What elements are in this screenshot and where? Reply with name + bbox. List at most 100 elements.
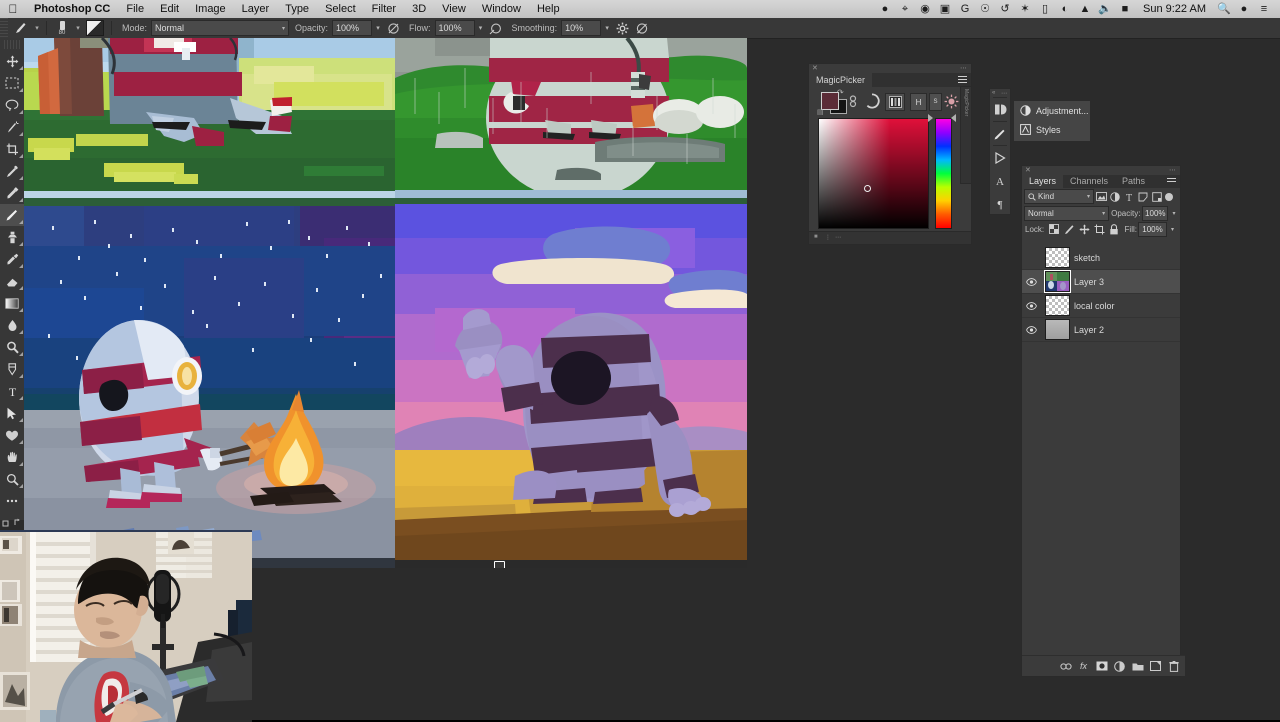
layer-name[interactable]: sketch — [1074, 253, 1100, 263]
hue-slider[interactable] — [935, 118, 952, 229]
layer-row-sketch[interactable]: sketch — [1022, 246, 1180, 270]
gradient-tool[interactable] — [0, 292, 24, 314]
brightness-icon[interactable] — [942, 93, 960, 109]
scene-daytime-tree[interactable] — [24, 38, 396, 198]
menu-edit[interactable]: Edit — [152, 0, 187, 18]
filter-kind-select[interactable]: Kind ▾ — [1024, 189, 1094, 204]
eraser-tool[interactable] — [0, 270, 24, 292]
footer-icon-1[interactable]: ■ — [814, 234, 818, 240]
opacity-caret[interactable]: ▾ — [372, 20, 384, 36]
hue-mode-button[interactable]: H — [910, 93, 927, 111]
airbrush-icon[interactable] — [487, 20, 506, 36]
time-machine-icon[interactable]: ↺ — [995, 0, 1015, 18]
layer-thumbnail-cell[interactable] — [1040, 247, 1074, 268]
notification-center-icon[interactable]: ≡ — [1254, 0, 1274, 18]
menu-view[interactable]: View — [434, 0, 474, 18]
eject-icon[interactable]: ▲ — [1075, 0, 1095, 18]
webcam-overlay[interactable] — [0, 530, 252, 722]
lock-transparent-icon[interactable] — [1047, 222, 1061, 236]
tab-channels[interactable]: Channels — [1063, 175, 1115, 188]
scene-rainy-meadow[interactable] — [395, 38, 747, 198]
smoothing-caret[interactable]: ▾ — [601, 20, 613, 36]
tool-preset-caret[interactable]: ▾ — [32, 24, 42, 32]
rectangular-marquee-tool[interactable] — [0, 72, 24, 94]
lock-image-icon[interactable] — [1062, 222, 1076, 236]
flyout-item-adjustments[interactable]: Adjustment... — [1014, 101, 1090, 120]
menu-select[interactable]: Select — [317, 0, 364, 18]
history-brush-tool[interactable] — [0, 248, 24, 270]
menu-image[interactable]: Image — [187, 0, 234, 18]
hand-tool[interactable] — [0, 446, 24, 468]
type-tool[interactable]: T — [0, 380, 24, 402]
new-group-icon[interactable] — [1131, 660, 1144, 673]
shape-filter-icon[interactable] — [1136, 189, 1150, 204]
brush-tool-icon[interactable] — [10, 20, 32, 36]
footer-icon-3[interactable]: ⋯ — [835, 234, 841, 241]
brush-preset-caret[interactable]: ▾ — [73, 24, 83, 32]
search-icon[interactable]: 🔍 — [1214, 0, 1234, 18]
trello-icon[interactable]: ⌖ — [895, 0, 915, 18]
menu-file[interactable]: File — [118, 0, 152, 18]
tab-layers[interactable]: Layers — [1022, 175, 1064, 188]
panel-menu-icon[interactable] — [958, 76, 967, 83]
layer-visibility-toggle[interactable] — [1022, 270, 1040, 293]
toolbar-grip[interactable] — [4, 40, 20, 49]
airplay-icon[interactable]: ▯ — [1035, 0, 1055, 18]
layer-fill-input[interactable]: 100% — [1138, 221, 1167, 237]
filter-toggle[interactable] — [1165, 192, 1173, 201]
menu-clock[interactable]: Sun 9:22 AM — [1135, 3, 1214, 15]
blur-tool[interactable] — [0, 314, 24, 336]
panel-menu-icon[interactable] — [1167, 178, 1176, 184]
wifi-icon[interactable]: ◐ — [1055, 0, 1075, 18]
adjustment-filter-icon[interactable] — [1108, 189, 1122, 204]
panel-collapse-icon[interactable]: ⋯ — [960, 64, 967, 73]
zoom-tool[interactable] — [0, 468, 24, 490]
quick-selection-tool[interactable] — [0, 116, 24, 138]
symmetry-icon[interactable] — [632, 20, 651, 36]
brush-settings-icon[interactable] — [990, 122, 1010, 145]
grammarly-icon[interactable]: G — [955, 0, 975, 18]
menu-layer[interactable]: Layer — [234, 0, 278, 18]
layer-name[interactable]: Layer 3 — [1074, 277, 1104, 287]
layer-name[interactable]: Layer 2 — [1074, 325, 1104, 335]
menu-window[interactable]: Window — [474, 0, 529, 18]
layer-visibility-toggle[interactable] — [1022, 294, 1040, 317]
move-tool[interactable] — [0, 50, 24, 72]
dock-grip-row[interactable]: « ⋯ — [990, 89, 1010, 97]
dock-menu-icon[interactable]: ⋯ — [1001, 90, 1007, 97]
tab-paths[interactable]: Paths — [1115, 175, 1152, 188]
paragraph-panel-icon[interactable]: ¶ — [990, 192, 1010, 215]
edit-toolbar-button[interactable] — [0, 490, 24, 512]
layer-row-layer-2[interactable]: Layer 2 — [1022, 318, 1180, 342]
menu-help[interactable]: Help — [529, 0, 568, 18]
gear-icon[interactable] — [613, 20, 632, 36]
close-icon[interactable]: ✕ — [812, 64, 818, 73]
layer-row-layer-3[interactable]: Layer 3 — [1022, 270, 1180, 294]
options-bar-grip[interactable] — [0, 18, 8, 38]
layer-opacity-caret[interactable]: ▾ — [1170, 207, 1178, 220]
blend-mode-select[interactable]: Normal ▾ — [1024, 205, 1110, 221]
timeline-panel-icon[interactable] — [990, 146, 1010, 169]
clone-stamp-tool[interactable] — [0, 226, 24, 248]
opacity-input[interactable]: 100% — [332, 20, 373, 36]
menu-type[interactable]: Type — [277, 0, 317, 18]
smart-object-filter-icon[interactable] — [1150, 189, 1164, 204]
dodge-tool[interactable] — [0, 336, 24, 358]
clock-circle-icon[interactable]: ☉ — [975, 0, 995, 18]
dropbox-icon[interactable]: ● — [875, 0, 895, 18]
swap-colors-icon[interactable]: ↷ — [837, 88, 844, 97]
saturation-value-field[interactable] — [818, 118, 929, 229]
smoothing-input[interactable]: 10% — [561, 20, 602, 36]
path-selection-tool[interactable] — [0, 402, 24, 424]
layer-row-local-color[interactable]: local color — [1022, 294, 1180, 318]
mode-select[interactable]: Normal ▾ — [151, 20, 290, 36]
dock-collapse-icon[interactable]: « — [992, 90, 995, 96]
brush-preset-picker[interactable]: 80 — [51, 19, 73, 37]
app-icon[interactable]: ◉ — [915, 0, 935, 18]
flow-input[interactable]: 100% — [434, 20, 475, 36]
layer-visibility-toggle[interactable] — [1022, 318, 1040, 341]
lock-position-icon[interactable] — [1077, 222, 1091, 236]
link-icon[interactable] — [847, 93, 859, 109]
adjustments-flyout[interactable]: Adjustment... Styles — [1013, 100, 1091, 142]
color-bars-icon[interactable] — [885, 93, 905, 111]
